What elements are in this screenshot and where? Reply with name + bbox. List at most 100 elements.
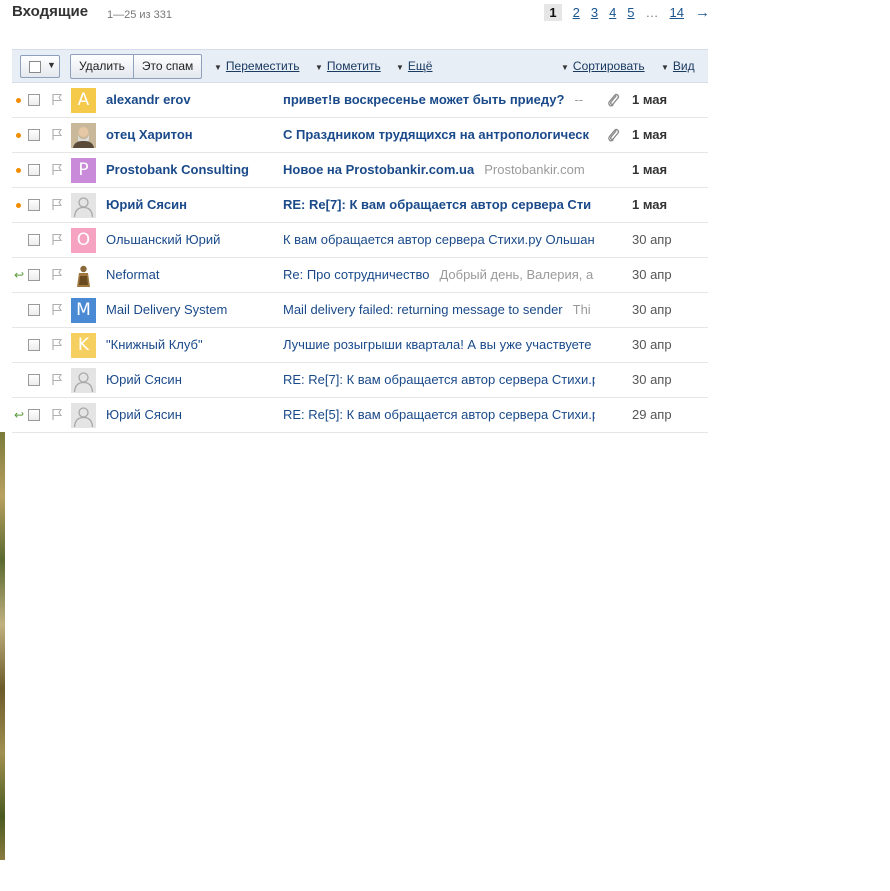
message-subject-line[interactable]: Mail delivery failed: returning message …: [283, 302, 595, 317]
message-subject-line[interactable]: RE: Re[5]: К вам обращается автор сервер…: [283, 407, 595, 422]
message-subject-line[interactable]: Лучшие розыгрыши квартала! А вы уже учас…: [283, 337, 595, 352]
page-link-5[interactable]: 5: [627, 5, 634, 20]
inbox-header: Входящие 1—25 из 331 1 2 3 4 5 … 14 →: [12, 3, 710, 27]
message-subject: С Праздником трудящихся на антропологиче…: [283, 127, 590, 142]
flag-icon[interactable]: [51, 373, 63, 386]
message-sender[interactable]: alexandr erov: [106, 92, 276, 107]
message-sender[interactable]: отец Харитон: [106, 127, 276, 142]
message-date: 29 апр: [632, 407, 672, 422]
message-row[interactable]: отец Харитон С Праздником трудящихся на а…: [12, 118, 708, 153]
message-snippet: --: [574, 92, 584, 107]
message-date: 30 апр: [632, 372, 672, 387]
page-link-3[interactable]: 3: [591, 5, 598, 20]
flag-icon[interactable]: [51, 233, 63, 246]
unread-dot-icon[interactable]: [16, 133, 21, 138]
spam-button[interactable]: Это спам: [132, 55, 201, 78]
unread-dot-icon[interactable]: [16, 203, 21, 208]
message-sender[interactable]: Юрий Сясин: [106, 372, 276, 387]
message-sender[interactable]: Neformat: [106, 267, 276, 282]
sort-menu-label: Сортировать: [572, 59, 645, 73]
flag-icon[interactable]: [51, 303, 63, 316]
message-subject-line[interactable]: RE: Re[7]: К вам обращается автор сервер…: [283, 372, 595, 387]
message-checkbox[interactable]: [28, 269, 40, 281]
message-sender[interactable]: "Книжный Клуб": [106, 337, 276, 352]
message-row[interactable]: Юрий Сясин RE: Re[7]: К вам обращается ав…: [12, 363, 708, 398]
message-subject: Лучшие розыгрыши квартала! А вы уже учас…: [283, 337, 592, 352]
message-sender[interactable]: Юрий Сясин: [106, 197, 276, 212]
message-subject-line[interactable]: К вам обращается автор сервера Стихи.ру …: [283, 232, 595, 247]
paperclip-icon: [606, 92, 620, 111]
flag-icon[interactable]: [51, 268, 63, 281]
message-checkbox[interactable]: [28, 304, 40, 316]
message-checkbox[interactable]: [28, 94, 40, 106]
avatar: M: [71, 298, 96, 323]
flag-icon[interactable]: [51, 163, 63, 176]
message-subject-line[interactable]: С Праздником трудящихся на антропологиче…: [283, 127, 595, 142]
message-checkbox[interactable]: [28, 164, 40, 176]
message-checkbox[interactable]: [28, 409, 40, 421]
message-snippet: Prostobankir.com: [484, 162, 585, 177]
replied-arrow-icon: ↩: [14, 408, 25, 422]
background-image-strip: [0, 432, 5, 860]
message-subject-line[interactable]: привет!в воскресенье может быть приеду? -…: [283, 92, 595, 107]
avatar-photo: [71, 123, 96, 148]
message-subject: RE: Re[7]: К вам обращается автор сервер…: [283, 197, 592, 212]
page-link-2[interactable]: 2: [573, 5, 580, 20]
message-checkbox[interactable]: [28, 339, 40, 351]
message-sender[interactable]: Mail Delivery System: [106, 302, 276, 317]
view-menu[interactable]: ▼ Вид: [661, 59, 695, 73]
page-ellipsis: …: [645, 5, 659, 20]
message-row[interactable]: ↩ Neformat Re: Про сотрудничество Добрый де…: [12, 258, 708, 293]
message-subject-line[interactable]: Новое на Prostobankir.com.ua Prostobankir…: [283, 162, 595, 177]
flag-icon[interactable]: [51, 128, 63, 141]
message-sender[interactable]: Prostobank Consulting: [106, 162, 276, 177]
message-toolbar: ▼ Удалить Это спам ▼ Переместить ▼ Пометит…: [12, 49, 708, 83]
chevron-down-icon: ▼: [214, 63, 222, 72]
flag-icon[interactable]: [51, 93, 63, 106]
message-sender[interactable]: Юрий Сясин: [106, 407, 276, 422]
message-subject: К вам обращается автор сервера Стихи.ру …: [283, 232, 595, 247]
avatar-placeholder-icon: [71, 193, 96, 218]
message-row[interactable]: O Ольшанский Юрий К вам обращается автор с…: [12, 223, 708, 258]
message-row[interactable]: ↩ Юрий Сясин RE: Re[5]: К вам обращается а…: [12, 398, 708, 433]
message-checkbox[interactable]: [28, 374, 40, 386]
select-all-checkbox[interactable]: [29, 61, 41, 73]
message-checkbox[interactable]: [28, 234, 40, 246]
message-date: 30 апр: [632, 232, 672, 247]
flag-icon[interactable]: [51, 198, 63, 211]
pagination: 1 2 3 4 5 … 14 →: [544, 4, 710, 21]
page-link-4[interactable]: 4: [609, 5, 616, 20]
mark-menu[interactable]: ▼ Пометить: [315, 59, 381, 73]
message-row[interactable]: M Mail Delivery System Mail delivery faile…: [12, 293, 708, 328]
message-row[interactable]: P Prostobank Consulting Новое на Prostoban…: [12, 153, 708, 188]
sort-menu[interactable]: ▼ Сортировать: [561, 59, 645, 73]
message-row[interactable]: Юрий Сясин RE: Re[7]: К вам обращается ав…: [12, 188, 708, 223]
message-subject-line[interactable]: RE: Re[7]: К вам обращается автор сервер…: [283, 197, 595, 212]
unread-dot-icon[interactable]: [16, 168, 21, 173]
message-subject: Новое на Prostobankir.com.ua: [283, 162, 475, 177]
message-row[interactable]: K "Книжный Клуб" Лучшие розыгрыши квартала…: [12, 328, 708, 363]
message-row[interactable]: Aalexandr erov привет!в воскресенье может…: [12, 83, 708, 118]
avatar: O: [71, 228, 96, 253]
chevron-down-icon: ▼: [47, 60, 56, 70]
more-menu[interactable]: ▼ Ещё: [396, 59, 432, 73]
page-current: 1: [544, 4, 562, 21]
delete-button[interactable]: Удалить: [71, 55, 133, 78]
mark-menu-label: Пометить: [326, 59, 381, 73]
flag-icon[interactable]: [51, 408, 63, 421]
message-snippet: Thi: [572, 302, 591, 317]
page-link-last[interactable]: 14: [670, 5, 684, 20]
message-checkbox[interactable]: [28, 199, 40, 211]
chevron-down-icon: ▼: [661, 63, 669, 72]
next-page-arrow-icon[interactable]: →: [695, 4, 710, 21]
unread-dot-icon[interactable]: [16, 98, 21, 103]
avatar-photo: [71, 263, 96, 288]
replied-arrow-icon: ↩: [14, 268, 25, 282]
select-all-dropdown[interactable]: ▼: [20, 55, 60, 78]
move-menu[interactable]: ▼ Переместить: [214, 59, 299, 73]
flag-icon[interactable]: [51, 338, 63, 351]
message-sender[interactable]: Ольшанский Юрий: [106, 232, 276, 247]
message-checkbox[interactable]: [28, 129, 40, 141]
message-subject-line[interactable]: Re: Про сотрудничество Добрый день, Валер…: [283, 267, 595, 282]
chevron-down-icon: ▼: [315, 63, 323, 72]
